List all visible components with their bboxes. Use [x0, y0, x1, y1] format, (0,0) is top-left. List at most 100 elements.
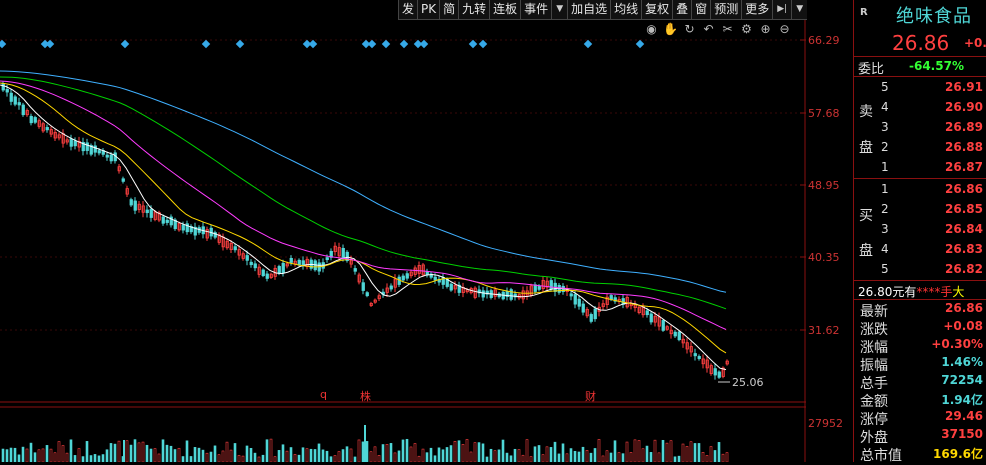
stat-label: 总手: [860, 376, 888, 392]
event-diamond: [201, 39, 211, 49]
volume-bar: [73, 455, 77, 462]
volume-bar: [705, 455, 709, 462]
volume-bar: [513, 448, 517, 462]
stat-value: 169.6亿: [933, 447, 983, 461]
last-trade-volume: ****手: [916, 285, 953, 299]
volume-bar: [17, 454, 21, 462]
candle-body: [45, 127, 49, 131]
candle-body: [5, 89, 9, 93]
stat-value: 1.46%: [941, 355, 983, 369]
volume-bar: [189, 456, 193, 462]
toolbar-simple-button[interactable]: 简: [439, 0, 459, 20]
volume-bar: [61, 445, 65, 462]
last-trade-row: 26.80元有****手大: [858, 283, 964, 300]
candle-body: [673, 331, 677, 337]
candle-body: [589, 314, 593, 322]
volume-bar: [289, 447, 293, 462]
candle-body: [593, 308, 597, 320]
candle-body: [245, 255, 249, 261]
refresh-icon[interactable]: ↻: [682, 22, 697, 37]
stat-label: 总市值: [860, 448, 902, 464]
volume-bar: [105, 449, 109, 462]
volume-bar: [25, 448, 29, 462]
volume-bar: [333, 455, 337, 462]
zoom-in-icon[interactable]: ⊕: [758, 22, 773, 37]
ask-price: 26.88: [945, 140, 983, 154]
toolbar-window-button[interactable]: 窗: [691, 0, 711, 20]
candle-body: [361, 282, 365, 291]
toolbar-more-button[interactable]: 更多: [741, 0, 773, 20]
candlestick-chart[interactable]: [0, 0, 806, 462]
volume-bar: [461, 443, 465, 462]
candle-body: [33, 117, 37, 123]
volume-bar: [137, 442, 141, 462]
zoom-out-icon[interactable]: ⊖: [777, 22, 792, 37]
stock-name: 绝味食品: [896, 6, 972, 27]
volume-bar: [69, 439, 73, 462]
volume-bar: [661, 439, 665, 462]
volume-bar: [573, 450, 577, 462]
volume-bar: [581, 446, 585, 462]
volume-bar: [389, 443, 393, 462]
volume-bar: [225, 441, 229, 462]
candle-body: [365, 292, 369, 297]
candle-body: [389, 285, 393, 290]
hand-icon[interactable]: ✋: [663, 22, 678, 37]
ask-level: 2: [881, 140, 889, 154]
candle-body: [9, 92, 13, 102]
volume-bar: [93, 454, 97, 462]
volume-bar: [481, 443, 485, 462]
toolbar-forecast-button[interactable]: 预测: [710, 0, 742, 20]
stat-value: 1.94亿: [941, 393, 983, 407]
volume-bar: [37, 449, 41, 462]
kline-chart-area[interactable]: 发 PK 简 九转 连板 事件 ▼ 加自选 均线 复权 叠 窗 预测 更多 ▶|…: [0, 0, 843, 462]
candle-body: [249, 261, 253, 266]
volume-bar: [397, 450, 401, 462]
volume-bar: [701, 452, 705, 462]
candle-body: [233, 246, 237, 251]
toolbar-nine-turn-button[interactable]: 九转: [458, 0, 490, 20]
event-marker[interactable]: q: [320, 388, 327, 401]
volume-bar: [625, 441, 629, 462]
volume-spike: [123, 440, 125, 462]
toolbar-pk-button[interactable]: PK: [417, 0, 440, 20]
toolbar-events-dropdown-icon[interactable]: ▼: [551, 0, 568, 20]
volume-bar: [417, 455, 421, 462]
candle-body: [713, 368, 717, 376]
volume-bar: [257, 456, 261, 462]
volume-bar: [601, 455, 605, 462]
candle-body: [145, 209, 149, 214]
volume-bar: [321, 449, 325, 462]
volume-bar: [589, 452, 593, 462]
eye-icon[interactable]: ◉: [644, 22, 659, 37]
volume-bar: [721, 453, 725, 462]
volume-spike: [364, 425, 366, 462]
volume-bar: [441, 449, 445, 462]
toolbar-add-watchlist-button[interactable]: 加自选: [567, 0, 611, 20]
toolbar-menu-dropdown-icon[interactable]: ▼: [791, 0, 808, 20]
volume-bar: [605, 450, 609, 462]
toolbar-limit-up-button[interactable]: 连板: [489, 0, 521, 20]
event-marker[interactable]: 财: [585, 388, 596, 404]
toolbar-fa-button[interactable]: 发: [398, 0, 418, 20]
candle-body: [277, 266, 281, 274]
event-marker[interactable]: 株: [360, 388, 371, 404]
volume-bar: [649, 452, 653, 462]
toolbar-events-button[interactable]: 事件: [520, 0, 552, 20]
settings-icon[interactable]: ⚙: [739, 22, 754, 37]
last-trade-tail: 大: [952, 285, 965, 299]
undo-icon[interactable]: ↶: [701, 22, 716, 37]
candle-body: [281, 262, 285, 274]
bid-price: 26.84: [945, 222, 983, 236]
scissors-icon[interactable]: ✂: [720, 22, 735, 37]
candle-body: [121, 178, 125, 182]
candle-body: [73, 140, 77, 147]
toolbar-collapse-icon[interactable]: ▶|: [772, 0, 792, 20]
volume-bar: [713, 450, 717, 462]
volume-bar: [433, 455, 437, 462]
volume-bar: [85, 441, 89, 462]
bid-price: 26.82: [945, 262, 983, 276]
toolbar-overlay-button[interactable]: 叠: [672, 0, 692, 20]
toolbar-adjust-button[interactable]: 复权: [641, 0, 673, 20]
toolbar-ma-button[interactable]: 均线: [610, 0, 642, 20]
